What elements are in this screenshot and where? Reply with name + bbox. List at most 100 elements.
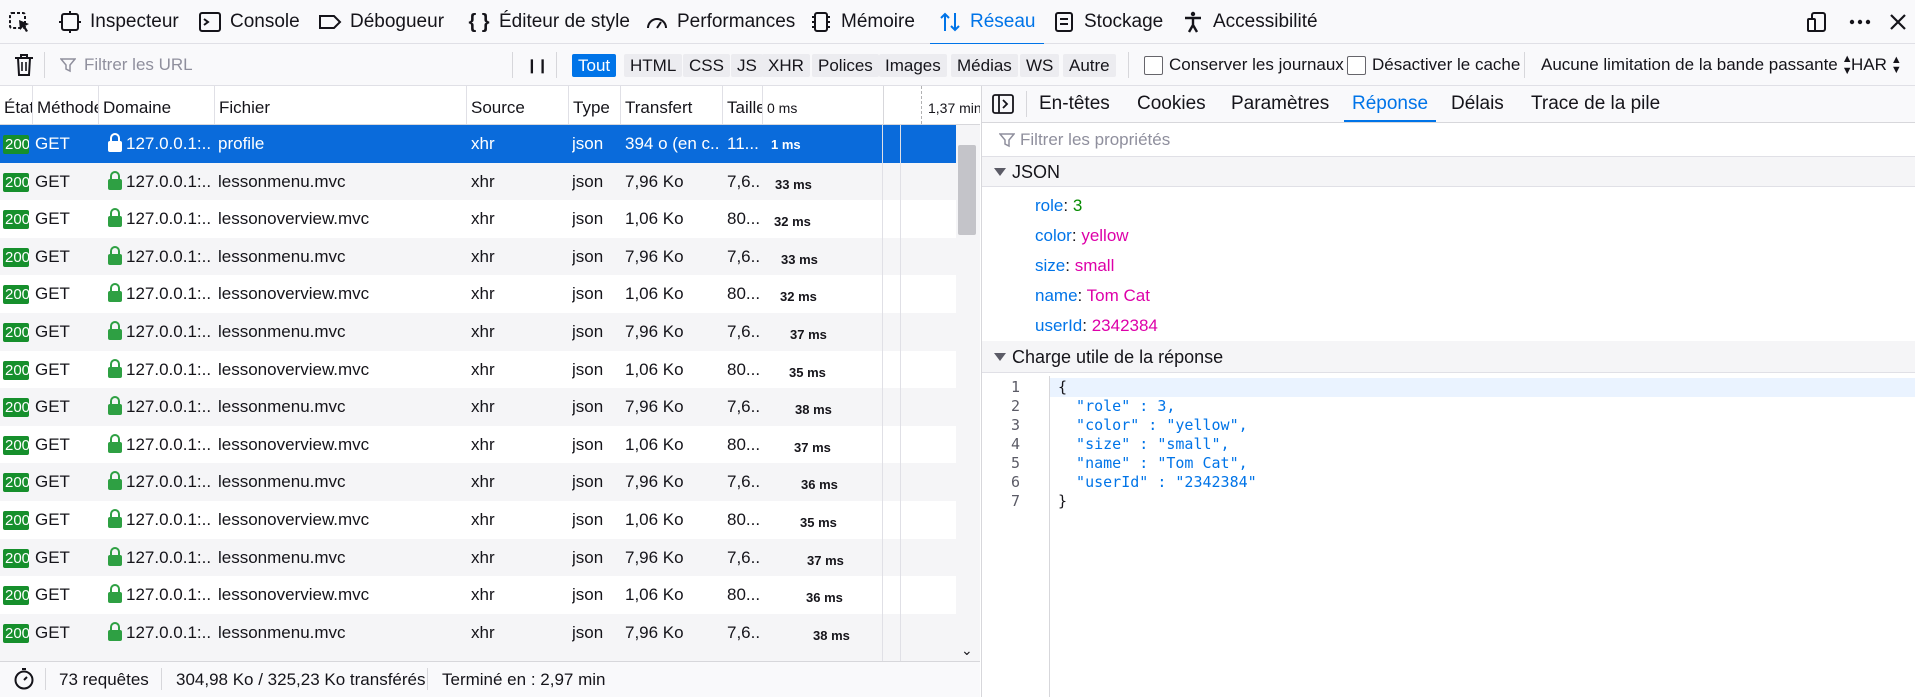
table-row[interactable]: 200 GET 127.0.0.1:... lessonoverview.mvc xhr… <box>0 275 956 313</box>
response-payload-editor[interactable]: 1 {2 "role" : 3, 3 "color" : "yellow", 4 "s… <box>982 376 1915 697</box>
table-row[interactable]: 200 GET 127.0.0.1:... lessonmenu.mvc xhr json… <box>0 313 956 351</box>
status-code-badge: 200 <box>3 435 29 455</box>
column-header-type[interactable]: Type <box>568 86 620 124</box>
json-prop-row[interactable]: userId: 2342384 <box>1035 311 1158 341</box>
tab-console[interactable]: Console <box>198 0 300 44</box>
tab-accessibility[interactable]: Accessibilité <box>1181 0 1318 44</box>
column-header-transfer[interactable]: Transfert <box>620 86 722 124</box>
table-row[interactable]: 200 GET 127.0.0.1:... lessonmenu.mvc xhr json… <box>0 237 956 276</box>
column-header-method[interactable]: Méthode <box>32 86 98 124</box>
har-menu-button[interactable]: HAR ▲ ▼ <box>1851 44 1902 86</box>
table-row[interactable]: 200 GET 127.0.0.1:... profile xhr json 394 o (… <box>0 125 956 163</box>
status-code-badge: 200 <box>3 586 29 606</box>
method-cell: GET <box>35 322 70 341</box>
column-header-file[interactable]: Fichier <box>214 86 466 124</box>
json-prop-row[interactable]: size: small <box>1035 251 1114 281</box>
url-filter-input[interactable]: Filtrer les URL <box>60 44 510 86</box>
method-cell: GET <box>35 472 70 492</box>
table-row[interactable]: 200 GET 127.0.0.1:... lessonmenu.mvc xhr json… <box>0 162 956 201</box>
payload-section-header[interactable]: Charge utile de la réponse <box>982 341 1915 373</box>
tab-label: Stockage <box>1084 11 1164 32</box>
tab-storage[interactable]: Stockage <box>1052 0 1163 44</box>
scroll-down-arrow-icon[interactable]: ⌄ <box>961 642 973 659</box>
transfer-cell: 1,06 Ko <box>625 284 684 304</box>
more-options-button[interactable] <box>1848 0 1872 44</box>
tab-headers[interactable]: En-têtes <box>1039 86 1110 122</box>
persist-logs-toggle[interactable]: Conserver les journaux <box>1144 44 1344 86</box>
tab-response[interactable]: Réponse <box>1343 86 1437 122</box>
type-filter-xhr[interactable]: XHR <box>762 54 810 77</box>
storage-icon <box>1055 12 1073 32</box>
column-header-domain[interactable]: Domaine <box>98 86 214 124</box>
disable-cache-label: Désactiver le cache <box>1372 55 1521 74</box>
type-filter-css[interactable]: CSS <box>683 54 730 77</box>
close-devtools-button[interactable] <box>1886 0 1910 44</box>
tab-stack-trace[interactable]: Trace de la pile <box>1531 86 1660 122</box>
persist-logs-label: Conserver les journaux <box>1169 55 1344 74</box>
source-cell: xhr <box>471 322 495 341</box>
json-section-header[interactable]: JSON <box>982 157 1915 187</box>
method-cell: GET <box>35 434 70 454</box>
clear-log-button[interactable] <box>13 44 35 86</box>
type-filter-html[interactable]: HTML <box>624 54 683 77</box>
column-header-status[interactable]: État <box>0 86 32 124</box>
dock-mode-button[interactable] <box>1806 0 1830 44</box>
size-cell: 7,6... <box>727 322 761 341</box>
column-header-source[interactable]: Source <box>466 86 568 124</box>
source-cell: xhr <box>471 397 495 417</box>
request-list-scrollbar[interactable]: ⌄ <box>956 125 980 661</box>
table-row[interactable]: 200 GET 127.0.0.1:... lessonoverview.mvc xhr… <box>0 501 956 539</box>
transfer-cell: 1,06 Ko <box>625 359 684 379</box>
filter-funnel-icon <box>60 58 76 73</box>
element-picker-button[interactable] <box>8 0 32 44</box>
persist-logs-checkbox[interactable] <box>1144 55 1163 75</box>
performance-analysis-button[interactable] <box>12 662 36 697</box>
json-prop-row[interactable]: color: yellow <box>1035 221 1129 251</box>
column-header-waterfall[interactable]: 0 ms 1,37 min <box>762 86 980 124</box>
tab-inspector[interactable]: Inspecteur <box>58 0 179 44</box>
column-header-size[interactable]: Taille <box>722 86 762 124</box>
tab-style-editor[interactable]: { } Éditeur de style <box>467 0 630 44</box>
pause-recording-button[interactable]: ❙❙ <box>526 44 548 86</box>
disable-cache-checkbox[interactable] <box>1347 55 1366 75</box>
method-cell: GET <box>35 397 70 417</box>
tab-debugger[interactable]: Débogueur <box>318 0 444 44</box>
scrollbar-thumb[interactable] <box>958 145 976 235</box>
toolbar-divider <box>44 52 45 78</box>
timing-label: 37 ms <box>807 552 844 568</box>
table-row[interactable]: 200 GET 127.0.0.1:... lessonmenu.mvc xhr json… <box>0 538 956 577</box>
table-row[interactable]: 200 GET 127.0.0.1:... lessonmenu.mvc xhr json… <box>0 388 956 426</box>
tab-timings[interactable]: Délais <box>1451 86 1504 122</box>
table-row[interactable]: 200 GET 127.0.0.1:... lessonoverview.mvc xhr… <box>0 576 956 614</box>
type-filter-ws[interactable]: WS <box>1020 54 1060 77</box>
type-filter-images[interactable]: Images <box>879 54 947 77</box>
tab-cookies[interactable]: Cookies <box>1137 86 1206 122</box>
tab-label: Éditeur de style <box>499 11 630 32</box>
property-filter-input[interactable]: Filtrer les propriétés <box>982 123 1915 157</box>
throttling-select[interactable]: Aucune limitation de la bande passante ▲… <box>1541 44 1853 86</box>
tab-params[interactable]: Paramètres <box>1231 86 1329 122</box>
type-filter-js[interactable]: JS <box>731 54 763 77</box>
type-filter-all[interactable]: Tout <box>572 54 617 77</box>
lock-icon <box>108 208 122 228</box>
braces-icon: { } <box>468 11 490 33</box>
tab-network[interactable]: Réseau <box>930 0 1043 45</box>
method-cell: GET <box>35 284 70 304</box>
table-row[interactable] <box>0 651 956 661</box>
tab-memory[interactable]: Mémoire <box>809 0 915 44</box>
table-row[interactable]: 200 GET 127.0.0.1:... lessonoverview.mvc xhr… <box>0 351 956 389</box>
table-row[interactable]: 200 GET 127.0.0.1:... lessonmenu.mvc xhr json… <box>0 613 956 652</box>
json-prop-row[interactable]: role: 3 <box>1035 191 1082 221</box>
toggle-sidebar-button[interactable] <box>992 86 1014 122</box>
type-filter-fonts[interactable]: Polices <box>812 54 879 77</box>
table-row[interactable]: 200 GET 127.0.0.1:... lessonoverview.mvc xhr… <box>0 200 956 238</box>
type-filter-other[interactable]: Autre <box>1063 54 1116 77</box>
table-row[interactable]: 200 GET 127.0.0.1:... lessonmenu.mvc xhr json… <box>0 463 956 501</box>
type-filter-media[interactable]: Médias <box>951 54 1018 77</box>
file-cell: lessonoverview.mvc <box>218 585 370 605</box>
tab-performance[interactable]: Performances <box>645 0 795 44</box>
table-row[interactable]: 200 GET 127.0.0.1:... lessonoverview.mvc xhr… <box>0 426 956 464</box>
json-prop-row[interactable]: name: Tom Cat <box>1035 281 1150 311</box>
toolbar-divider <box>556 52 557 78</box>
disable-cache-toggle[interactable]: Désactiver le cache <box>1347 44 1520 86</box>
